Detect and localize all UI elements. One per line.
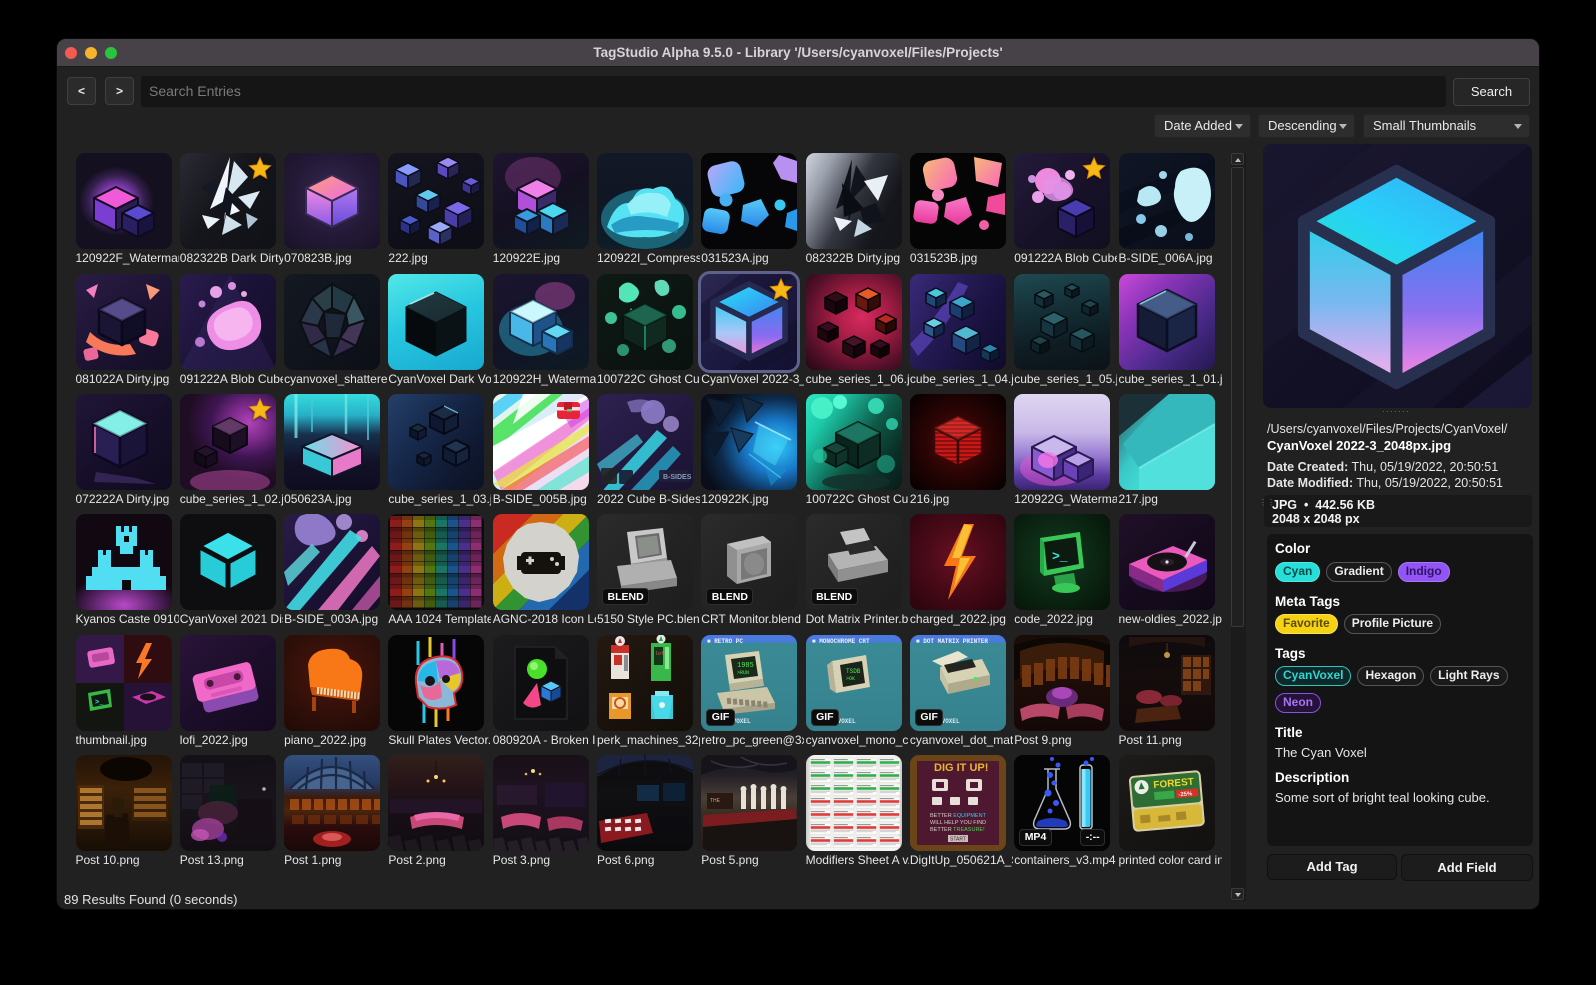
- svg-text:■ DOT MATRIX PRINTER: ■ DOT MATRIX PRINTER: [916, 638, 988, 645]
- svg-text:-25%: -25%: [1178, 791, 1193, 798]
- svg-text:>_: >_: [1052, 549, 1068, 564]
- svg-text:1985: 1985: [737, 662, 754, 670]
- svg-text:WILL HELP YOU FIND: WILL HELP YOU FIND: [930, 820, 986, 826]
- svg-text:■ RETRO PC: ■ RETRO PC: [707, 638, 743, 645]
- svg-text:TSDB: TSDB: [846, 668, 861, 675]
- svg-text:BETTER EQUIPMENT: BETTER EQUIPMENT: [930, 813, 987, 819]
- svg-text:THE: THE: [710, 798, 721, 804]
- svg-text:>RUN: >RUN: [737, 670, 749, 676]
- svg-text:B-SIDES: B-SIDES: [663, 474, 692, 481]
- svg-text:>_: >_: [95, 699, 104, 707]
- svg-text:START: START: [950, 836, 966, 842]
- svg-text:■ MONOCHROME CRT: ■ MONOCHROME CRT: [812, 638, 870, 645]
- svg-text:BETTER TREASURE!: BETTER TREASURE!: [930, 827, 985, 833]
- svg-text:>OK: >OK: [846, 676, 855, 682]
- svg-text:DIG IT UP!: DIG IT UP!: [934, 762, 988, 774]
